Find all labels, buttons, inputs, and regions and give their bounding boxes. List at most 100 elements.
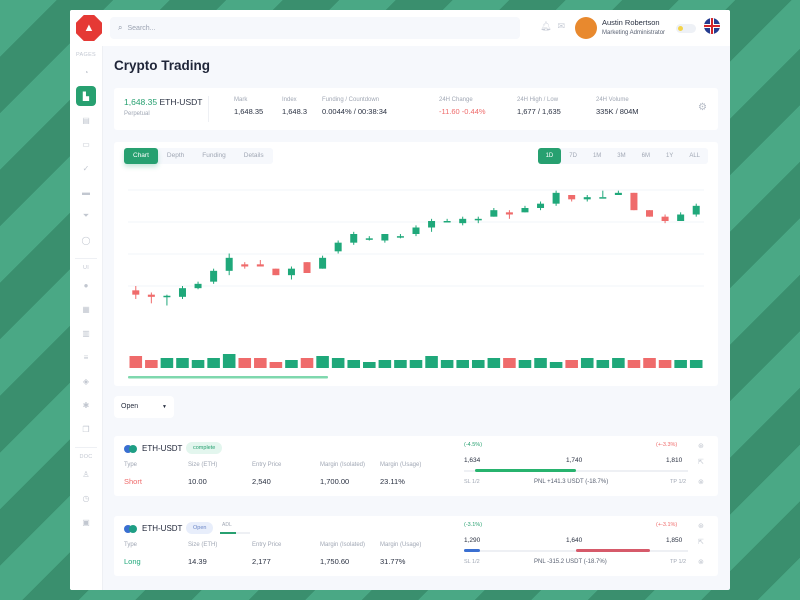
- volume-bar: [285, 360, 298, 368]
- volume-bar: [503, 358, 516, 368]
- pie-chart-icon[interactable]: ◔: [76, 62, 96, 82]
- tp-percent: (+-3.3%): [656, 442, 678, 448]
- volume-bar: [300, 358, 314, 368]
- position-size: 14.39: [188, 557, 207, 566]
- candle-body: [459, 218, 467, 224]
- avatar[interactable]: [575, 17, 597, 39]
- volume-bar: [269, 362, 283, 368]
- theme-toggle[interactable]: [676, 24, 696, 33]
- volume-bar: [363, 362, 376, 368]
- bell-icon[interactable]: 🔔︎: [540, 21, 551, 32]
- candle-body: [225, 257, 233, 271]
- chart-icon[interactable]: ▥: [76, 323, 96, 343]
- candle-body: [692, 205, 700, 215]
- box-icon[interactable]: ▣: [76, 512, 96, 532]
- candlestick-chart: [128, 189, 704, 379]
- folder-icon[interactable]: ▭: [76, 134, 96, 154]
- list-icon[interactable]: ≡: [76, 347, 96, 367]
- chart-card: Chart Depth Funding Details 1D 7D 1M 3M 6M 1Y ALL: [114, 142, 718, 386]
- search-input[interactable]: ⌕ Search...: [110, 17, 520, 39]
- volume-bar: [222, 354, 236, 368]
- close-position-icon[interactable]: ⊗: [698, 478, 704, 486]
- info-icon[interactable]: ⊛: [698, 522, 704, 530]
- sun-icon: [678, 26, 683, 31]
- low-price: 1,290: [464, 537, 481, 544]
- copy-icon[interactable]: ❐: [76, 419, 96, 439]
- volume-bar: [612, 358, 625, 368]
- position-type: Short: [124, 477, 142, 486]
- share-icon[interactable]: ⇱: [698, 458, 704, 466]
- volume-bar: [347, 360, 361, 368]
- price-range-bar: [464, 549, 688, 552]
- eth-usdt-coin-icon: [124, 445, 137, 453]
- tab-details[interactable]: Details: [235, 148, 273, 164]
- calendar-icon[interactable]: ▦: [76, 299, 96, 319]
- range-3m[interactable]: 3M: [609, 148, 633, 164]
- stat-value: -11.60 -0.44%: [439, 107, 486, 116]
- range-1m[interactable]: 1M: [585, 148, 609, 164]
- card-icon[interactable]: ▬: [76, 182, 96, 202]
- candle-body: [412, 227, 420, 234]
- share-icon[interactable]: ⇱: [698, 538, 704, 546]
- user-icon[interactable]: ●: [76, 275, 96, 295]
- candle-body: [599, 197, 607, 199]
- tab-chart[interactable]: Chart: [124, 148, 158, 164]
- volume-bar: [627, 360, 641, 368]
- volume-bar: [160, 358, 174, 368]
- high-price: 1,810: [666, 457, 683, 464]
- person-icon[interactable]: ♙: [76, 464, 96, 484]
- volume-bar: [238, 358, 252, 368]
- range-1y[interactable]: 1Y: [658, 148, 681, 164]
- pnl: PNL -315.2 USDT (-18.7%): [534, 559, 607, 565]
- sidebar-divider: [75, 447, 97, 448]
- candle-body: [396, 236, 404, 238]
- file-icon[interactable]: ▤: [76, 110, 96, 130]
- low-price: 1,634: [464, 457, 481, 464]
- caret-down-icon: ▼: [162, 404, 167, 410]
- check-icon[interactable]: ✓: [76, 158, 96, 178]
- user-role: Marketing Administrator: [602, 30, 666, 36]
- hexagon-logo-icon[interactable]: ▲: [76, 15, 102, 41]
- user-name: Austin Robertson: [602, 18, 660, 27]
- volume-bar: [176, 358, 189, 368]
- range-1d[interactable]: 1D: [537, 148, 562, 164]
- layers-icon[interactable]: ◈: [76, 371, 96, 391]
- stat-label: 24H High / Low: [517, 97, 559, 103]
- mail-icon[interactable]: ✉: [557, 21, 565, 32]
- tab-funding[interactable]: Funding: [193, 148, 235, 164]
- info-icon[interactable]: ⊛: [698, 442, 704, 450]
- volume-bar: [207, 358, 220, 368]
- range-7d[interactable]: 7D: [561, 148, 585, 164]
- tab-depth[interactable]: Depth: [158, 148, 193, 164]
- stat-label: Mark: [234, 97, 248, 103]
- range-all[interactable]: ALL: [681, 148, 708, 164]
- settings-icon[interactable]: ⚙: [698, 102, 707, 113]
- adl-label: ADL: [222, 522, 232, 528]
- candle-body: [256, 264, 264, 267]
- clock-icon[interactable]: ◷: [76, 488, 96, 508]
- volume-bar: [689, 360, 703, 368]
- funnel-icon[interactable]: ⏷: [76, 206, 96, 226]
- bar-chart-icon[interactable]: ▙: [76, 86, 96, 106]
- settings-icon[interactable]: ✱: [76, 395, 96, 415]
- chart-scroll-handle[interactable]: [128, 376, 328, 379]
- range-6m[interactable]: 6M: [634, 148, 658, 164]
- volume-bar: [331, 358, 345, 368]
- margin-isolated-label: Margin (Isolated): [320, 462, 366, 468]
- close-position-icon[interactable]: ⊗: [698, 558, 704, 566]
- candle-body: [194, 283, 202, 289]
- chat-icon[interactable]: ◯: [76, 230, 96, 250]
- sidebar-section-title: PAGES: [75, 52, 97, 58]
- volume-bar: [471, 360, 485, 368]
- stat-value: 1,677 / 1,635: [517, 107, 561, 116]
- volume-bar: [378, 360, 392, 368]
- volume-bar: [549, 362, 563, 368]
- status-filter-select[interactable]: Open ▼: [114, 396, 174, 418]
- uk-flag-icon[interactable]: [704, 18, 720, 34]
- volume-bar: [658, 360, 672, 368]
- type-label: Type: [124, 542, 138, 548]
- margin-isolated-label: Margin (Isolated): [320, 542, 366, 548]
- volume-bar: [254, 358, 267, 368]
- stat-value: 335K / 804M: [596, 107, 639, 116]
- entry-price: 2,540: [252, 477, 271, 486]
